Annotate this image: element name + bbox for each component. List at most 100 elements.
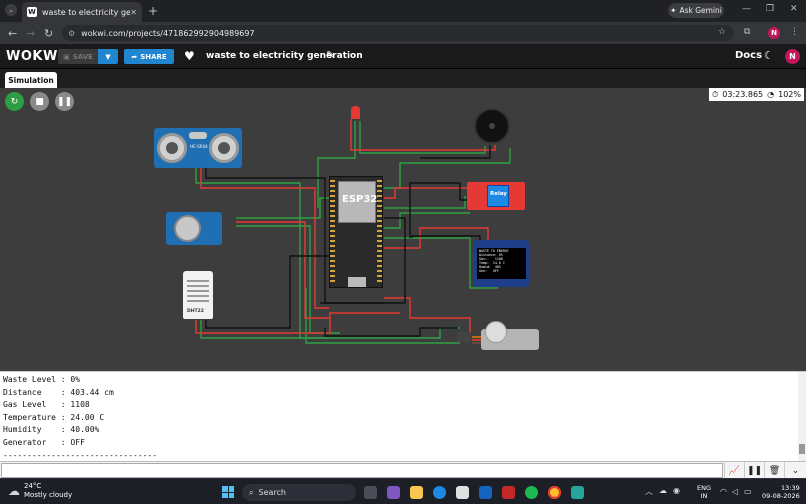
- search-icon: ⌕: [249, 487, 254, 497]
- tab-search-icon[interactable]: ⌄: [5, 4, 17, 16]
- like-heart-icon[interactable]: ♥: [184, 49, 195, 63]
- wokwi-logo[interactable]: WOKWI: [6, 49, 63, 64]
- speed-gauge-icon: ◔: [767, 90, 775, 99]
- dht22-sensor[interactable]: DHT22: [183, 271, 213, 319]
- bookmark-star-icon[interactable]: ☆: [718, 27, 726, 37]
- dark-mode-moon-icon[interactable]: ☾: [764, 49, 774, 62]
- browser-tab-active[interactable]: W waste to electricity generation ✕: [22, 2, 142, 22]
- new-tab-button[interactable]: +: [148, 4, 158, 18]
- edge-browser-icon[interactable]: [433, 486, 446, 499]
- copilot-icon[interactable]: [387, 486, 400, 499]
- servo-horn: [485, 321, 507, 343]
- wire-green: [359, 121, 486, 154]
- serial-scrollbar[interactable]: [798, 372, 806, 462]
- weather-widget[interactable]: ☁ 24°C Mostly cloudy: [8, 482, 72, 500]
- file-explorer-icon[interactable]: [410, 486, 423, 499]
- task-view-icon[interactable]: [364, 486, 377, 499]
- chrome-profile-avatar[interactable]: N: [768, 27, 780, 39]
- collapse-chevron-icon[interactable]: ⌄: [784, 462, 806, 479]
- language-indicator[interactable]: ENG IN: [697, 484, 711, 500]
- serial-monitor[interactable]: Waste Level : 0% Distance : 403.44 cm Ga…: [0, 371, 806, 462]
- share-arrow-icon: ➦: [131, 52, 138, 61]
- wire-black: [420, 145, 491, 159]
- taskbar-search[interactable]: ⌕ Search: [242, 484, 356, 501]
- browser-tab-strip: ⌄ W waste to electricity generation ✕ + …: [0, 0, 806, 22]
- store-icon[interactable]: [456, 486, 469, 499]
- extensions-icon[interactable]: ⧉: [744, 27, 750, 37]
- mcafee-icon[interactable]: [502, 486, 515, 499]
- chrome-icon[interactable]: [548, 486, 561, 499]
- volume-icon[interactable]: ◁: [732, 487, 738, 496]
- red-led[interactable]: [351, 106, 360, 119]
- back-arrow-icon[interactable]: ←: [8, 27, 17, 40]
- edit-pencil-icon[interactable]: ✎: [326, 50, 334, 61]
- wire-black: [409, 182, 470, 238]
- address-bar[interactable]: ⚙ wokwi.com/projects/471862992904989697 …: [62, 25, 734, 41]
- ultrasonic-sensor[interactable]: HC-SR04: [154, 128, 242, 168]
- chrome-menu-icon[interactable]: ⋮: [790, 27, 799, 37]
- cloud-icon: ☁: [8, 484, 20, 498]
- esp32-label: ESP32: [342, 194, 378, 205]
- simulation-status: ⏱ 03:23.865 ◔ 102%: [709, 88, 804, 101]
- pause-output-icon[interactable]: ❚❚: [744, 462, 764, 479]
- tab-simulation[interactable]: Simulation: [5, 72, 57, 88]
- window-close-icon[interactable]: ✕: [790, 4, 798, 14]
- editor-tab-bar: Simulation: [0, 69, 806, 88]
- clear-trash-icon[interactable]: 🗑: [764, 462, 784, 479]
- wire-red: [195, 312, 400, 334]
- tray-chevron-icon[interactable]: ︿: [645, 486, 653, 497]
- plotter-chart-icon[interactable]: 📈: [724, 462, 744, 479]
- tray-app-icon[interactable]: ◉: [673, 486, 680, 497]
- wokwi-header: WOKWI ▣ SAVE ▼ ➦ SHARE ♥ waste to electr…: [0, 44, 806, 69]
- docs-link[interactable]: Docs: [735, 50, 762, 61]
- reload-icon[interactable]: ↻: [44, 27, 53, 40]
- wire-green: [305, 288, 460, 344]
- wifi-icon[interactable]: ◠: [720, 487, 727, 496]
- wiring-diagram: [195, 119, 511, 344]
- oled-screen: WASTE TO ENERGY Distance: 0% Gas: 1108 T…: [477, 248, 526, 279]
- buzzer[interactable]: [474, 108, 510, 144]
- clock-time: 13:39: [781, 484, 800, 492]
- simulation-canvas[interactable]: ↻ ■ ❚❚ ⏱ 03:23.865 ◔ 102% HC-SR04 DHT22 …: [0, 88, 806, 371]
- esp32-usb-port: [348, 277, 366, 287]
- system-tray: ︿ ☁ ◉: [645, 486, 680, 497]
- save-button[interactable]: ▣ SAVE: [58, 49, 98, 64]
- dht22-grille: [187, 277, 209, 305]
- wire-green: [384, 212, 470, 229]
- browser-toolbar: ← → ↻ ⚙ wokwi.com/projects/4718629929049…: [0, 22, 806, 44]
- relay-module[interactable]: Relay: [467, 182, 525, 210]
- esp32-module: ESP32: [338, 181, 378, 223]
- vscode-icon[interactable]: [479, 486, 492, 499]
- servo-motor[interactable]: [457, 321, 543, 351]
- url-text: wokwi.com/projects/471862992904989697: [81, 28, 255, 38]
- gas-sensor[interactable]: [166, 212, 222, 245]
- battery-icon[interactable]: ▭: [744, 487, 752, 496]
- lang-code: ENG: [697, 484, 712, 492]
- oled-display[interactable]: WASTE TO ENERGY Distance: 0% Gas: 1108 T…: [474, 240, 529, 287]
- serial-input[interactable]: [1, 463, 723, 478]
- taskbar-clock[interactable]: 13:39 09-08-2026: [762, 484, 800, 500]
- scrollbar-thumb[interactable]: [799, 444, 805, 454]
- gemini-sparkle-icon: ✦: [670, 6, 677, 15]
- windows-taskbar: ☁ 24°C Mostly cloudy ⌕ Search ︿ ☁ ◉ ENG …: [0, 478, 806, 504]
- site-info-icon[interactable]: ⚙: [68, 29, 75, 38]
- spotify-icon[interactable]: [525, 486, 538, 499]
- share-button[interactable]: ➦ SHARE: [124, 49, 174, 64]
- ask-gemini-button[interactable]: ✦ Ask Gemini: [668, 3, 724, 18]
- onedrive-icon[interactable]: ☁: [659, 486, 667, 497]
- esp32-board[interactable]: ESP32: [329, 176, 383, 288]
- forward-arrow-icon[interactable]: →: [26, 27, 35, 40]
- sim-speed: 102%: [778, 90, 801, 99]
- restart-simulation-button[interactable]: ↻: [5, 92, 24, 111]
- wire-red: [236, 221, 330, 319]
- tab-close-icon[interactable]: ✕: [130, 8, 137, 17]
- app-icon[interactable]: [571, 486, 584, 499]
- save-dropdown-button[interactable]: ▼: [98, 49, 118, 64]
- pause-simulation-button[interactable]: ❚❚: [55, 92, 74, 111]
- servo-connector: [457, 332, 471, 342]
- minimize-icon[interactable]: —: [742, 4, 751, 14]
- restore-icon[interactable]: ❐: [766, 4, 774, 14]
- windows-start-icon[interactable]: [222, 486, 234, 498]
- stop-simulation-button[interactable]: ■: [30, 92, 49, 111]
- user-avatar[interactable]: N: [785, 49, 800, 64]
